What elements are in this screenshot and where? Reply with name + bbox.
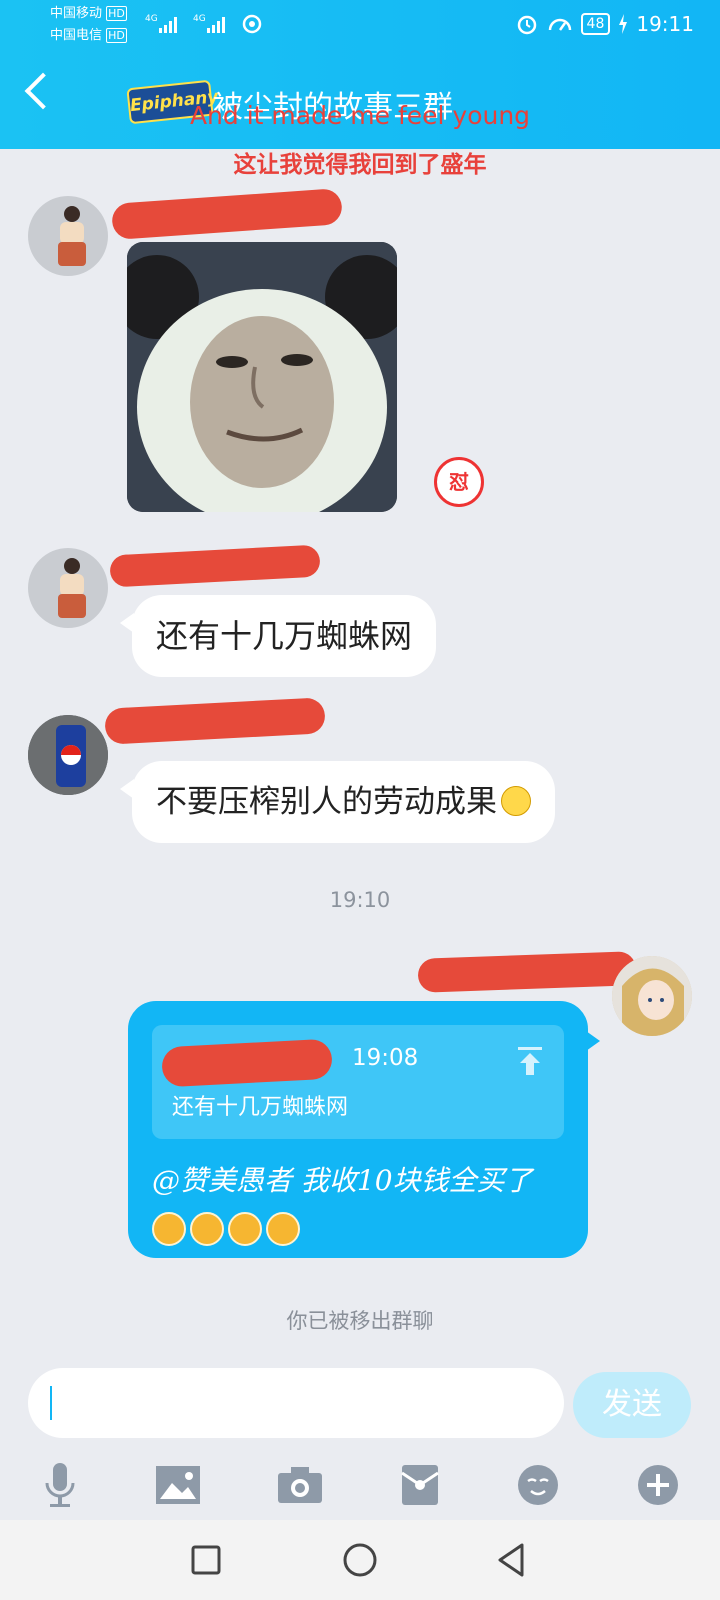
microphone-icon[interactable] (30, 1455, 90, 1515)
alarm-icon (517, 15, 536, 35)
timestamp: 19:10 (329, 888, 391, 912)
sticker-message[interactable] (127, 242, 397, 512)
status-right: 48 19:11 (515, 10, 694, 38)
reply-text: @赞美愚者 我收10块钱全买了 (152, 1156, 572, 1256)
dog-emoji-icon (228, 1212, 262, 1246)
image-icon[interactable] (148, 1455, 208, 1515)
quoted-message[interactable]: 19:08 还有十几万蜘蛛网 (152, 1025, 564, 1139)
text-caret (50, 1386, 52, 1420)
signal-indicators: 4G 4G (145, 12, 263, 34)
svg-text:4G: 4G (145, 14, 158, 24)
emoji-icon[interactable] (508, 1455, 568, 1515)
red-packet-icon[interactable] (390, 1455, 450, 1515)
redacted-quote-author (161, 1038, 333, 1088)
avatar[interactable] (28, 715, 108, 795)
message-text: 还有十几万蜘蛛网 (156, 617, 413, 655)
avatar[interactable] (28, 548, 108, 628)
clock: 19:11 (636, 12, 694, 36)
dog-emoji-icon (190, 1212, 224, 1246)
quote-text: 还有十几万蜘蛛网 (172, 1095, 349, 1120)
redacted-nickname (104, 697, 326, 745)
quote-time: 19:08 (352, 1045, 419, 1071)
speedometer-icon (548, 18, 571, 31)
message-text: 不要压榨别人的劳动成果 (156, 784, 497, 820)
signal-2-icon: 4G (193, 14, 225, 33)
avatar-figure-icon (58, 206, 86, 266)
message-bubble[interactable]: 还有十几万蜘蛛网 (120, 595, 437, 677)
carrier-2: 中国电信 HD (50, 28, 127, 43)
my-message-bubble[interactable]: 19:08 还有十几万蜘蛛网 @赞美愚者 我收10块钱全买了 (128, 1001, 600, 1258)
battery-indicator: 48 (580, 13, 611, 35)
subtitle-overlay-en: And it made me feel young (189, 101, 531, 130)
home-icon[interactable] (340, 1540, 380, 1580)
message-bubble[interactable]: 不要压榨别人的劳动成果 (120, 761, 555, 843)
redacted-nickname (417, 951, 637, 993)
system-nav-bar (0, 1520, 720, 1600)
charging-icon (619, 14, 628, 34)
sticker-badge: 怼 (434, 457, 484, 507)
camera-icon[interactable] (270, 1455, 330, 1515)
avatar[interactable] (28, 196, 108, 276)
subtitle-overlay-cn: 这让我觉得我回到了盛年 (233, 152, 487, 178)
plus-icon[interactable] (628, 1455, 688, 1515)
redacted-nickname (109, 544, 321, 588)
dog-emoji-icon (152, 1212, 186, 1246)
avatar-figure-icon (58, 558, 86, 618)
jump-to-quote-icon[interactable] (518, 1047, 542, 1075)
message-input[interactable] (28, 1368, 564, 1438)
dog-emoji-icon (266, 1212, 300, 1246)
avatar-anime-girl-icon (612, 956, 692, 1036)
send-button[interactable]: 发送 (573, 1372, 691, 1438)
carrier-1: 中国移动 HD (50, 6, 127, 21)
recent-apps-icon[interactable] (186, 1540, 226, 1580)
back-icon[interactable] (492, 1540, 532, 1580)
avatar-pepsi-can-icon (28, 715, 108, 795)
input-toolbar (0, 1455, 720, 1525)
hotspot-icon (242, 14, 262, 34)
redacted-nickname (111, 188, 343, 240)
svg-text:4G: 4G (193, 14, 206, 24)
panda-face-sticker (127, 242, 397, 512)
smile-emoji-icon (501, 786, 531, 816)
system-notice: 你已被移出群聊 (286, 1309, 434, 1333)
signal-1-icon: 4G (145, 14, 177, 33)
my-avatar[interactable] (612, 956, 692, 1036)
